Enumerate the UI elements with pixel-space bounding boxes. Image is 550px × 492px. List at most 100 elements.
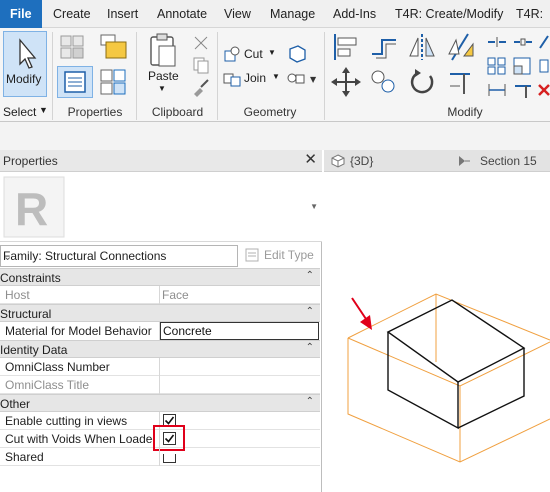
properties-button[interactable] — [57, 66, 93, 98]
section-structural[interactable]: Structural ⌃ — [0, 304, 320, 322]
property-row: Host Face — [0, 286, 320, 304]
clipboard-icon — [150, 33, 176, 67]
property-row: Shared — [0, 448, 320, 466]
close-icon[interactable]: ✕ — [304, 152, 317, 168]
copy-element-icon — [371, 70, 395, 93]
split-element-button[interactable] — [486, 34, 508, 50]
mirror-axis-button[interactable] — [406, 32, 438, 62]
menu-t4r-create-modify[interactable]: T4R: Create/Modify — [395, 0, 503, 28]
column-divider — [159, 448, 160, 466]
menu-view[interactable]: View — [224, 0, 251, 28]
menu-insert[interactable]: Insert — [107, 0, 138, 28]
material-field[interactable]: Concrete — [160, 322, 319, 340]
cursor-arrow-icon — [19, 38, 37, 69]
mirror-pick-axis-icon — [409, 34, 435, 60]
split-element-icon — [488, 37, 506, 47]
align-icon — [334, 34, 357, 60]
tab-3d[interactable]: {3D} — [328, 150, 428, 172]
shared-checkbox[interactable] — [163, 454, 176, 463]
section-title: Constraints — [0, 271, 61, 285]
cut-button[interactable]: Cut ▼ — [222, 45, 282, 65]
mirror-draw-axis-button[interactable] — [446, 32, 478, 62]
property-name: Host — [5, 288, 30, 302]
array-icon — [487, 57, 506, 75]
column-divider — [159, 286, 160, 304]
trim-extend-icon — [450, 73, 470, 94]
menu-manage[interactable]: Manage — [270, 0, 315, 28]
delete-x-icon — [538, 84, 550, 96]
ribbon-separator — [324, 32, 325, 120]
align-button[interactable] — [330, 32, 362, 62]
type-selector[interactable]: R ▼ — [0, 172, 322, 242]
cut-scissors-button[interactable] — [190, 34, 212, 52]
material-value: Concrete — [163, 324, 212, 338]
section-title: Other — [0, 397, 31, 411]
edit-type-icon — [245, 248, 259, 262]
column-divider — [159, 358, 160, 376]
collapse-icon[interactable]: ⌃ — [306, 396, 314, 407]
delete-button[interactable] — [538, 80, 550, 100]
join-button[interactable]: Join ▼ — [222, 69, 284, 89]
tab-section-15[interactable]: Section 15 — [454, 150, 550, 172]
match-type-button[interactable] — [190, 78, 212, 98]
section-identity-data[interactable]: Identity Data ⌃ — [0, 340, 320, 358]
copy-button[interactable] — [190, 56, 212, 74]
ribbon-separator — [136, 32, 137, 120]
align-dimension-button[interactable] — [486, 80, 508, 100]
paintbrush-icon — [194, 79, 209, 97]
section-other[interactable]: Other ⌃ — [0, 394, 320, 412]
family-row: Family: Structural Connections ⌄ Edit Ty… — [0, 244, 322, 268]
property-name: Material for Model Behavior — [5, 324, 152, 338]
family-selector[interactable]: Family: Structural Connections ⌄ — [0, 245, 238, 267]
property-row: OmniClass Title — [0, 376, 320, 394]
svg-text:R: R — [15, 183, 48, 235]
menu-add-ins[interactable]: Add-Ins — [333, 0, 376, 28]
edit-type-button[interactable]: Edit Type — [244, 245, 320, 267]
group-label-clipboard: Clipboard — [151, 105, 204, 119]
scissors-icon — [194, 36, 208, 50]
collapse-icon[interactable]: ⌃ — [306, 306, 314, 317]
collapse-icon[interactable]: ⌃ — [306, 270, 314, 281]
property-row: Material for Model Behavior Concrete — [0, 322, 320, 341]
paste-button[interactable]: Paste ▼ — [143, 32, 183, 94]
3d-view-icon — [331, 154, 345, 168]
array-button[interactable] — [486, 56, 508, 76]
modify-button[interactable]: Modify — [3, 31, 47, 97]
pin-button[interactable] — [538, 56, 550, 76]
rotate-button[interactable] — [406, 66, 438, 98]
family-types-button[interactable] — [98, 32, 130, 62]
dimension-icon — [488, 84, 506, 96]
split-face-button[interactable]: ▼ — [286, 68, 320, 90]
trim-extend-button[interactable] — [446, 66, 478, 98]
model-viewport[interactable] — [324, 172, 550, 492]
svg-text:▼: ▼ — [310, 75, 317, 84]
menu-annotate[interactable]: Annotate — [157, 0, 207, 28]
grid-properties-button[interactable] — [98, 66, 130, 98]
section-constraints[interactable]: Constraints ⌃ — [0, 268, 320, 286]
cut-label: Cut — [244, 47, 263, 61]
property-row: OmniClass Number — [0, 358, 320, 376]
cut-geometry-icon — [224, 46, 240, 62]
menu-t4r-d[interactable]: T4R: D — [516, 0, 550, 49]
select-dropdown[interactable]: Select ▼ — [2, 104, 50, 120]
unpin-button[interactable] — [538, 34, 550, 50]
pin-icon — [539, 35, 549, 49]
type-properties-button[interactable] — [57, 32, 89, 62]
split-gap-button[interactable] — [512, 34, 534, 50]
scale-button[interactable] — [512, 56, 534, 76]
section-title: Identity Data — [0, 343, 68, 357]
collapse-icon[interactable]: ⌃ — [306, 342, 314, 353]
menu-create[interactable]: Create — [53, 0, 91, 28]
group-label-properties: Properties — [67, 105, 123, 119]
chevron-down-icon: ⌄ — [3, 251, 13, 263]
move-button[interactable] — [330, 66, 362, 98]
chevron-down-icon: ▼ — [158, 84, 166, 93]
chevron-down-icon[interactable]: ▼ — [310, 202, 318, 211]
split-gap-icon — [514, 38, 532, 46]
wall-joins-button[interactable] — [286, 43, 308, 65]
column-divider — [159, 376, 160, 394]
trim-single-button[interactable] — [512, 80, 534, 100]
menu-file[interactable]: File — [0, 0, 42, 28]
copy-element-button[interactable] — [368, 66, 400, 98]
offset-button[interactable] — [368, 32, 400, 62]
